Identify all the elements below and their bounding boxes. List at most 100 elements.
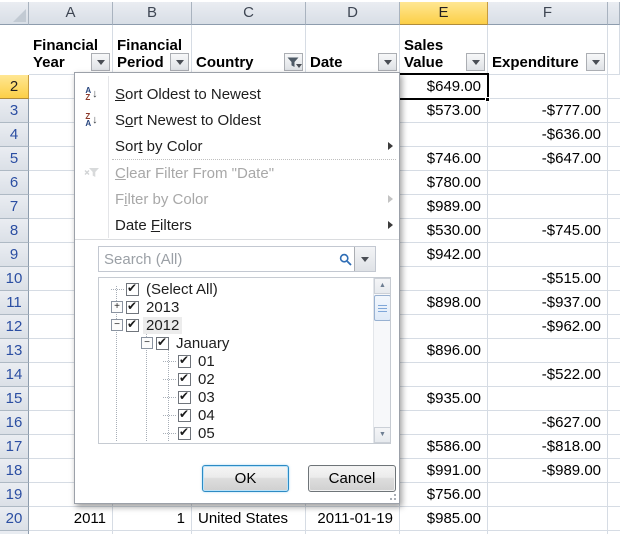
cell[interactable]	[488, 243, 608, 267]
cell[interactable]: -$777.00	[488, 99, 608, 123]
cell[interactable]: $896.00	[400, 339, 488, 363]
cell[interactable]	[608, 459, 620, 483]
filter-button-country-filtered[interactable]	[284, 53, 303, 71]
cell[interactable]: -$989.00	[488, 459, 608, 483]
row-header[interactable]: 9	[0, 243, 29, 267]
cell[interactable]	[608, 291, 620, 315]
cell[interactable]: 2011	[29, 507, 113, 531]
row-header[interactable]: 8	[0, 219, 29, 243]
scroll-up-button[interactable]: ▲	[374, 278, 391, 294]
column-header-d[interactable]: D	[306, 2, 400, 25]
checkbox[interactable]: ✔	[126, 301, 139, 314]
cell[interactable]	[608, 387, 620, 411]
row-header[interactable]: 17	[0, 435, 29, 459]
cell[interactable]	[488, 195, 608, 219]
checkbox[interactable]: ✔	[178, 373, 191, 386]
cell[interactable]: $935.00	[400, 387, 488, 411]
row-header[interactable]: 7	[0, 195, 29, 219]
cell[interactable]: -$515.00	[488, 267, 608, 291]
column-header-c[interactable]: C	[192, 2, 306, 25]
cell[interactable]	[488, 171, 608, 195]
cell[interactable]	[608, 123, 620, 147]
collapse-icon[interactable]: −	[141, 337, 153, 349]
filter-button-sales-value[interactable]	[466, 53, 485, 71]
resize-grip[interactable]	[387, 491, 396, 500]
cell[interactable]	[400, 123, 488, 147]
tree-item-2013[interactable]: +✔2013	[99, 298, 372, 316]
cell[interactable]: $649.00	[400, 75, 488, 99]
tree-item-03[interactable]: ✔03	[99, 388, 372, 406]
cell[interactable]: $756.00	[400, 483, 488, 507]
tree-item-label[interactable]: 05	[195, 425, 218, 442]
cell[interactable]: $985.00	[400, 507, 488, 531]
checkbox[interactable]: ✔	[178, 355, 191, 368]
cell[interactable]: -$627.00	[488, 411, 608, 435]
tree-item-label[interactable]: January	[173, 335, 232, 352]
cell[interactable]: United States	[192, 507, 306, 531]
row-header[interactable]: 3	[0, 99, 29, 123]
cell[interactable]: $586.00	[400, 435, 488, 459]
cell[interactable]: 2011-01-19	[306, 507, 400, 531]
header-cell-country[interactable]: Country	[192, 25, 306, 75]
tree-scrollbar[interactable]: ▲ ▼	[373, 278, 390, 443]
checkbox[interactable]: ✔	[126, 283, 139, 296]
cell[interactable]	[488, 507, 608, 531]
cell[interactable]	[608, 99, 620, 123]
fill-handle[interactable]	[485, 97, 490, 102]
row-header[interactable]: 5	[0, 147, 29, 171]
menu-item-sort-oldest-to-newest[interactable]: AZ ↓ Sort Oldest to Newest	[75, 81, 399, 107]
scrollbar-thumb[interactable]	[374, 295, 391, 321]
checkbox[interactable]: ✔	[178, 409, 191, 422]
cell[interactable]	[488, 387, 608, 411]
cell[interactable]: 1	[113, 507, 192, 531]
tree-item-label[interactable]: 03	[195, 389, 218, 406]
row-header[interactable]: 10	[0, 267, 29, 291]
row-header[interactable]: 19	[0, 483, 29, 507]
cell[interactable]	[400, 363, 488, 387]
header-cell-financial-year[interactable]: FinancialYear	[29, 25, 113, 75]
tree-item-partial[interactable]: ✔	[99, 442, 372, 444]
row-header[interactable]: 20	[0, 507, 29, 531]
row-header[interactable]: 12	[0, 315, 29, 339]
row-header[interactable]: 15	[0, 387, 29, 411]
cell[interactable]	[488, 483, 608, 507]
cell[interactable]	[608, 483, 620, 507]
cell[interactable]: -$745.00	[488, 219, 608, 243]
tree-item-label[interactable]: 2012	[143, 317, 182, 334]
cell[interactable]: $989.00	[400, 195, 488, 219]
header-cell-financial-period[interactable]: FinancialPeriod	[113, 25, 192, 75]
ok-button[interactable]: OK	[202, 465, 289, 492]
row-header[interactable]: 14	[0, 363, 29, 387]
checkbox[interactable]: ✔	[126, 319, 139, 332]
filter-button-financial-period[interactable]	[170, 53, 189, 71]
tree-item-04[interactable]: ✔ 04	[99, 406, 372, 424]
checkbox[interactable]: ✔	[156, 337, 169, 350]
cell[interactable]	[608, 219, 620, 243]
expand-icon[interactable]: +	[111, 301, 123, 313]
row-header[interactable]: 18	[0, 459, 29, 483]
select-all-corner[interactable]	[0, 2, 29, 25]
cell[interactable]: -$818.00	[488, 435, 608, 459]
search-input[interactable]	[99, 251, 336, 268]
tree-item-02[interactable]: ✔ 02	[99, 370, 372, 388]
tree-item-01[interactable]: ✔01	[99, 352, 372, 370]
column-header-partial[interactable]	[608, 2, 620, 25]
checkbox[interactable]: ✔	[178, 427, 191, 440]
menu-item-date-filters[interactable]: Date Filters	[75, 212, 399, 238]
tree-item-label[interactable]: 02	[195, 371, 218, 388]
cell[interactable]: $746.00	[400, 147, 488, 171]
menu-item-sort-by-color[interactable]: Sort by Color	[75, 133, 399, 159]
row-header[interactable]: 13	[0, 339, 29, 363]
cell[interactable]: $898.00	[400, 291, 488, 315]
cell[interactable]	[608, 363, 620, 387]
column-header-f[interactable]: F	[488, 2, 608, 25]
filter-button-financial-year[interactable]	[91, 53, 110, 71]
tree-item-label[interactable]: (Select All)	[143, 281, 221, 298]
tree-item-label[interactable]: 04	[195, 407, 218, 424]
cell[interactable]: -$647.00	[488, 147, 608, 171]
filter-button-expenditure[interactable]	[586, 53, 605, 71]
cell[interactable]: $991.00	[400, 459, 488, 483]
header-cell-expenditure[interactable]: Expenditure	[488, 25, 608, 75]
header-cell-sales-value[interactable]: SalesValue	[400, 25, 488, 75]
cell[interactable]: $942.00	[400, 243, 488, 267]
